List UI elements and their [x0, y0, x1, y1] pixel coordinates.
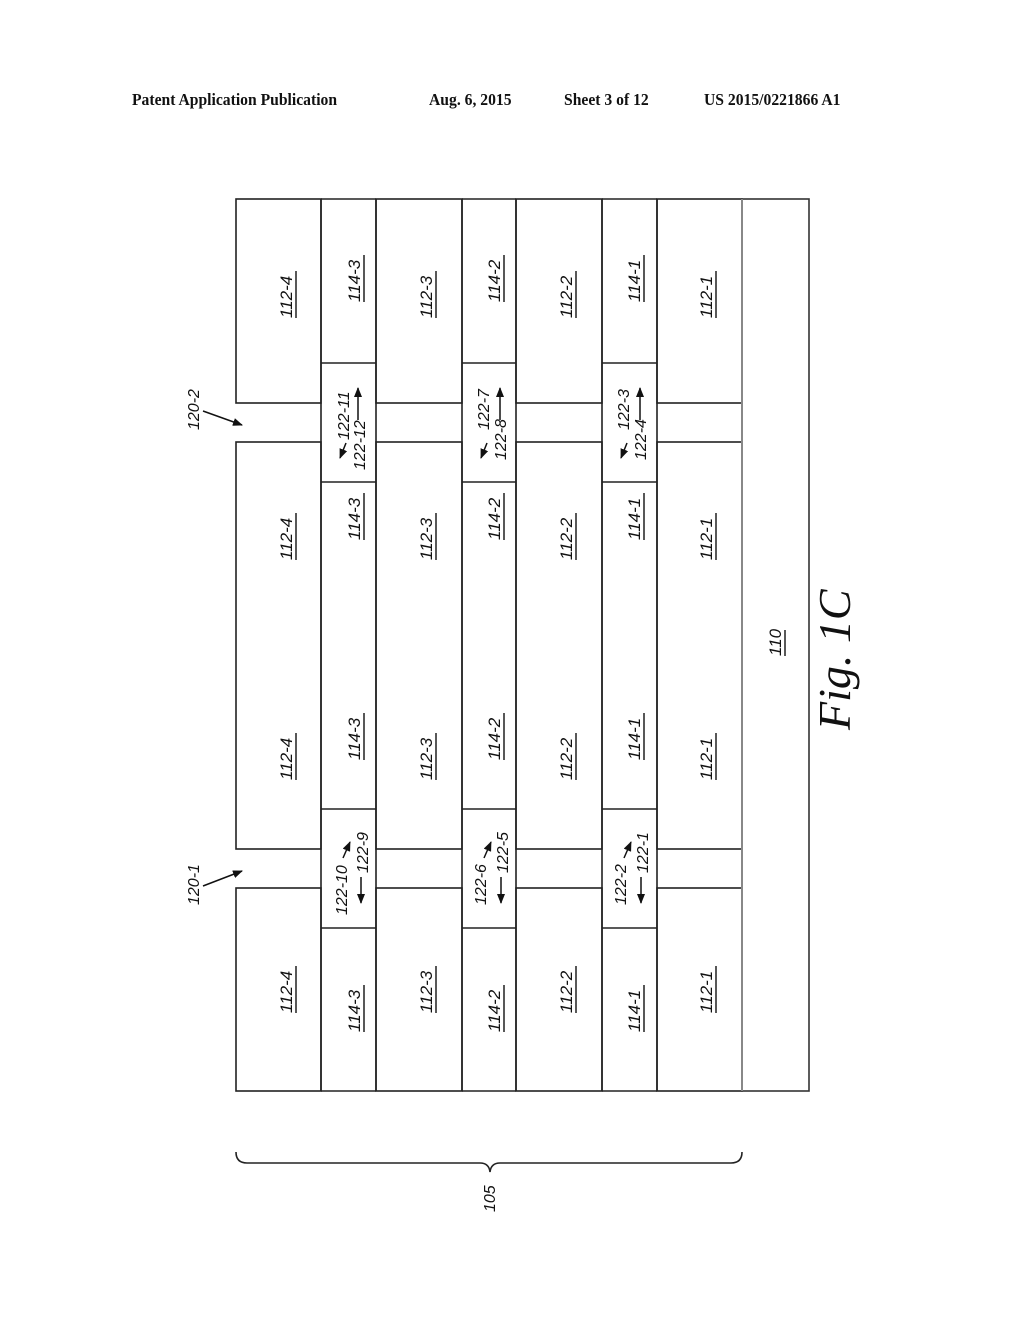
label-120-2: 120-2 — [186, 389, 203, 430]
block-label-112-3: 112-3 — [417, 970, 436, 1013]
block-label-114-1: 114-1 — [625, 718, 644, 760]
arrow-122-10 — [342, 841, 351, 859]
label-122-6: 122-6 — [473, 864, 490, 905]
arrow-122-2 — [623, 841, 632, 859]
block-label-112-1: 112-1 — [697, 971, 716, 1013]
label-120-1: 120-1 — [186, 864, 203, 905]
arrow-120-1 — [202, 870, 243, 887]
substrate-label-group: 110 — [766, 628, 786, 656]
label-122-10: 122-10 — [334, 865, 351, 915]
label-122-9: 122-9 — [355, 832, 372, 873]
label-105: 105 — [482, 1185, 499, 1212]
block-label-112-2: 112-2 — [557, 275, 576, 318]
block-label-114-2: 114-2 — [485, 497, 504, 540]
block-label-112-4: 112-4 — [277, 518, 296, 560]
block-label-114-1: 114-1 — [625, 260, 644, 302]
label-122-2: 122-2 — [613, 864, 630, 905]
block-label-114-3: 114-3 — [345, 259, 364, 302]
column-114-3 — [320, 198, 377, 1092]
block-label-112-1: 112-1 — [697, 276, 716, 318]
figure-title: Fig. 1C — [809, 588, 860, 731]
block-label-112-2: 112-2 — [557, 737, 576, 780]
block-112-3-middle — [375, 441, 463, 850]
block-label-112-4: 112-4 — [277, 971, 296, 1013]
arrow-122-3 — [620, 442, 629, 459]
label-122-12: 122-12 — [352, 420, 369, 470]
block-label-114-1: 114-1 — [625, 498, 644, 540]
block-112-4-middle — [235, 441, 322, 850]
block-label-114-3: 114-3 — [345, 989, 364, 1032]
block-112-1-middle — [656, 441, 743, 850]
block-label-114-3: 114-3 — [345, 497, 364, 540]
brace-105 — [235, 1151, 743, 1173]
arrow-122-7 — [480, 442, 489, 459]
block-label-114-2: 114-2 — [485, 989, 504, 1032]
block-label-112-3: 112-3 — [417, 737, 436, 780]
block-label-114-1: 114-1 — [625, 990, 644, 1032]
arrow-122-6 — [483, 841, 492, 859]
block-label-114-2: 114-2 — [485, 717, 504, 760]
spacer-labels: 122-11 122-12 122-7 122-8 122-3 122-4 12… — [186, 388, 652, 1212]
block-label-112-1: 112-1 — [697, 518, 716, 560]
block-112-2-middle — [515, 441, 603, 850]
column-114-1 — [601, 198, 658, 1092]
label-122-3: 122-3 — [616, 389, 633, 430]
label-122-8: 122-8 — [493, 419, 510, 460]
block-label-112-4: 112-4 — [277, 276, 296, 318]
label-122-7: 122-7 — [476, 388, 493, 430]
label-122-5: 122-5 — [495, 832, 512, 873]
structure-outlines — [235, 198, 810, 1173]
arrow-120-2 — [202, 410, 243, 426]
block-label-112-4: 112-4 — [277, 738, 296, 780]
column-114-2 — [461, 198, 517, 1092]
label-110: 110 — [766, 628, 785, 656]
label-122-4: 122-4 — [633, 419, 650, 460]
block-label-112-1: 112-1 — [697, 738, 716, 780]
label-122-1: 122-1 — [635, 832, 652, 873]
block-label-112-3: 112-3 — [417, 275, 436, 318]
block-label-114-3: 114-3 — [345, 717, 364, 760]
figure-drawing: 112-4 112-4 112-4 112-4 114-3 114-3 114-3 114-3… — [186, 198, 860, 1212]
arrow-122-11 — [339, 442, 348, 459]
block-label-112-3: 112-3 — [417, 517, 436, 560]
label-122-11: 122-11 — [336, 391, 353, 440]
block-label-114-2: 114-2 — [485, 259, 504, 302]
block-label-112-2: 112-2 — [557, 517, 576, 560]
block-label-112-2: 112-2 — [557, 970, 576, 1013]
